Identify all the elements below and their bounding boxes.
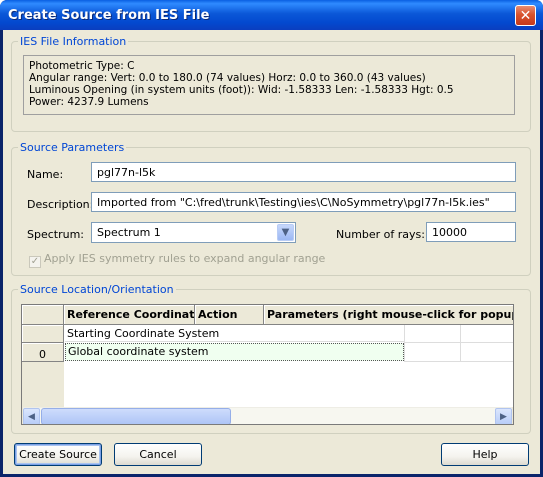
- symmetry-checkbox-row[interactable]: ✓ Apply IES symmetry rules to expand angu…: [29, 252, 325, 268]
- scroll-right-button[interactable]: ▶: [495, 408, 512, 424]
- ies-info-group-title: IES File Information: [18, 35, 129, 48]
- table-row-0[interactable]: Global coordinate system: [65, 343, 404, 361]
- cell-reference: Global coordinate system: [68, 345, 209, 358]
- scroll-thumb[interactable]: [41, 408, 231, 424]
- name-field[interactable]: pgl77n-l5k: [91, 162, 516, 182]
- title-bar[interactable]: Create Source from IES File ✕: [0, 0, 543, 30]
- scroll-left-icon: ◀: [28, 411, 35, 422]
- info-line-luminous-opening: Luminous Opening (in system units (foot)…: [29, 84, 454, 96]
- column-header-action[interactable]: Action: [195, 305, 264, 325]
- dialog-window: Create Source from IES File ✕ IES File I…: [0, 0, 543, 477]
- info-line-power: Power: 4237.9 Lumens: [29, 96, 149, 108]
- symmetry-checkbox[interactable]: ✓: [29, 256, 41, 268]
- horizontal-scrollbar[interactable]: ◀ ▶: [23, 407, 512, 424]
- symmetry-label: Apply IES symmetry rules to expand angul…: [44, 252, 326, 265]
- row-header-0: 0: [22, 343, 64, 362]
- row-index: 0: [39, 348, 46, 361]
- description-field[interactable]: Imported from "C:\fred\trunk\Testing\ies…: [91, 192, 516, 212]
- column-header-reference[interactable]: Reference Coordinate: [64, 305, 195, 325]
- column-header-parameters[interactable]: Parameters (right mouse-click for popup …: [264, 305, 513, 325]
- close-button[interactable]: ✕: [515, 5, 536, 26]
- rays-field[interactable]: 10000: [426, 222, 516, 242]
- ies-info-panel: Photometric Type: C Angular range: Vert:…: [23, 55, 515, 115]
- grid-line: [405, 361, 513, 362]
- grid-line: [460, 325, 461, 362]
- source-params-group-title: Source Parameters: [18, 141, 127, 154]
- name-label: Name:: [27, 168, 64, 181]
- table-corner-header: [22, 305, 64, 325]
- window-title: Create Source from IES File: [8, 8, 210, 23]
- rays-label: Number of rays:: [336, 228, 425, 241]
- grid-line: [404, 325, 405, 362]
- create-source-button[interactable]: Create Source: [14, 443, 102, 466]
- source-location-group: Source Location/Orientation Reference Co…: [11, 283, 531, 434]
- chevron-down-icon[interactable]: ▼: [277, 224, 294, 241]
- source-location-group-title: Source Location/Orientation: [18, 283, 176, 296]
- info-line-photometric: Photometric Type: C: [29, 60, 135, 72]
- dialog-client-area: IES File Information Photometric Type: C…: [3, 30, 540, 474]
- scroll-left-button[interactable]: ◀: [23, 408, 40, 424]
- table-row-starting: Starting Coordinate System: [65, 326, 405, 342]
- grid-line: [405, 342, 513, 343]
- location-table[interactable]: Reference Coordinate Action Parameters (…: [21, 304, 514, 425]
- help-button[interactable]: Help: [441, 443, 529, 466]
- spectrum-label: Spectrum:: [27, 228, 85, 241]
- description-label: Description:: [27, 198, 94, 211]
- spectrum-value: Spectrum 1: [97, 226, 161, 239]
- row-header-starting: [22, 325, 64, 343]
- cell-reference: Starting Coordinate System: [67, 327, 220, 340]
- ies-info-group: IES File Information Photometric Type: C…: [11, 35, 531, 132]
- info-line-angular-range: Angular range: Vert: 0.0 to 180.0 (74 va…: [29, 72, 426, 84]
- check-icon: ✓: [30, 256, 40, 267]
- close-icon: ✕: [519, 7, 532, 24]
- cancel-button[interactable]: Cancel: [114, 443, 202, 466]
- spectrum-dropdown[interactable]: Spectrum 1 ▼: [91, 222, 296, 243]
- scroll-right-icon: ▶: [500, 411, 507, 422]
- source-params-group: Source Parameters Name: pgl77n-l5k Descr…: [11, 141, 531, 276]
